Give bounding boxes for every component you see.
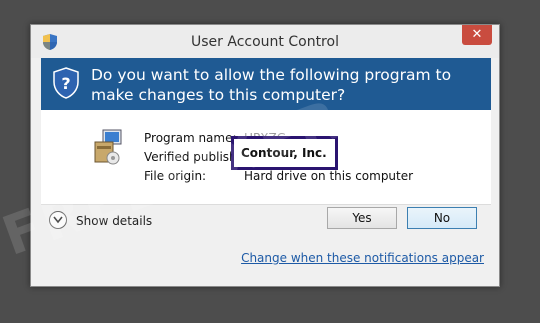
uac-shield-icon: ? (53, 67, 79, 99)
prompt-header: ? Do you want to allow the following pro… (41, 58, 491, 110)
window-title: User Account Control (191, 34, 339, 50)
svg-text:?: ? (61, 74, 70, 93)
title-bar: User Account Control ✕ (31, 25, 499, 58)
program-name-label: Program name: (144, 131, 237, 145)
program-details: Program name: HPXZG Verified publisher: … (41, 110, 491, 204)
uac-dialog: User Account Control ✕ ? Do you want to … (30, 24, 500, 287)
file-origin-value: Hard drive on this computer (244, 169, 414, 183)
show-details-label: Show details (76, 214, 153, 228)
no-button[interactable]: No (407, 207, 477, 229)
close-button[interactable]: ✕ (462, 25, 492, 45)
change-notifications-link[interactable]: Change when these notifications appear (241, 251, 484, 265)
prompt-question: Do you want to allow the following progr… (91, 66, 452, 104)
footer-divider (41, 204, 491, 205)
file-origin-label: File origin: (144, 169, 207, 183)
yes-button[interactable]: Yes (327, 207, 397, 229)
program-installer-icon (94, 129, 122, 165)
publisher-highlight-box: Contour, Inc. (231, 136, 338, 170)
verified-publisher-value: Contour, Inc. (241, 146, 327, 160)
chevron-down-icon (49, 211, 67, 229)
